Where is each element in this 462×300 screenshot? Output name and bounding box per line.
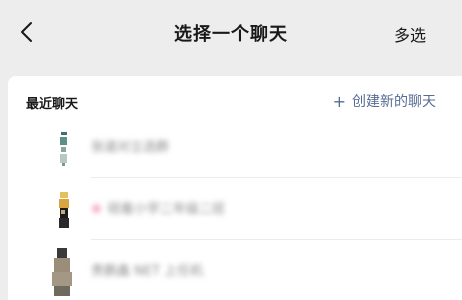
chat-list-item[interactable]: ❀ 砚着小学二年级二班 (8, 178, 462, 240)
create-new-chat-button[interactable]: + 创建新的聊天 (333, 91, 436, 111)
chat-list-item[interactable]: 张道对立选群 (8, 116, 462, 178)
recent-chats-header: 最近聊天 + 创建新的聊天 (8, 90, 462, 113)
create-new-chat-label: 创建新的聊天 (352, 94, 436, 110)
avatar (48, 246, 76, 296)
chat-name: 贵鹏鑫 NET 上任机 (91, 264, 204, 279)
chat-list-item[interactable]: 贵鹏鑫 NET 上任机 (8, 240, 462, 300)
avatar (54, 128, 76, 168)
chat-picker-sheet: 最近聊天 + 创建新的聊天 张道对立选群 ❀ 砚着小学二年级二班 贵鹏鑫 NET… (8, 76, 462, 300)
top-navigation-bar: 选择一个聊天 多选 (0, 0, 462, 66)
multi-select-button[interactable]: 多选 (394, 22, 426, 46)
avatar (54, 190, 76, 230)
chat-name-text: 砚着小学二年级二班 (107, 202, 225, 217)
plus-icon: + (332, 91, 346, 111)
page-title: 选择一个聊天 (174, 24, 288, 45)
heart-icon: ❀ (91, 202, 102, 217)
chat-name: 张道对立选群 (91, 140, 170, 155)
chat-name: ❀ 砚着小学二年级二班 (91, 198, 225, 217)
section-title: 最近聊天 (26, 97, 79, 112)
